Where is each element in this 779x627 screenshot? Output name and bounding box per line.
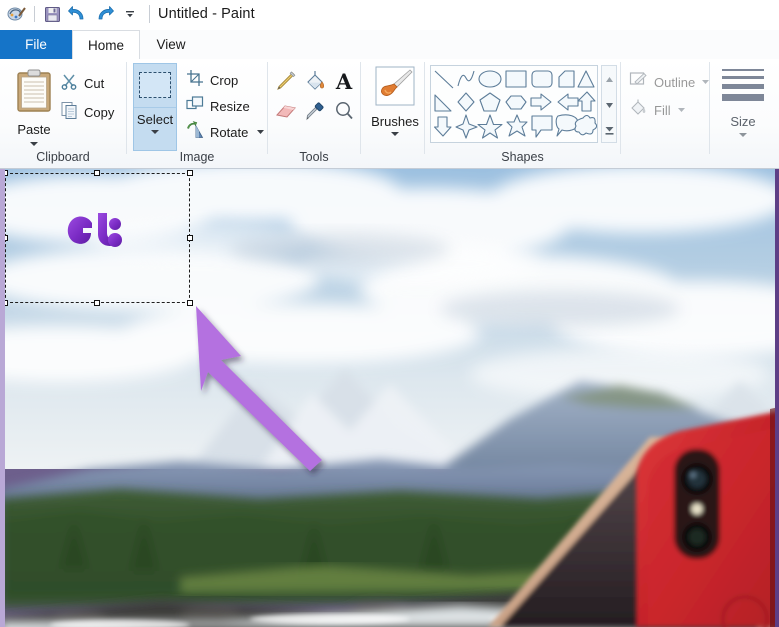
expand-gallery-icon[interactable] <box>602 118 616 144</box>
customize-quick-access-icon[interactable] <box>117 2 143 26</box>
fill-with-color-icon <box>307 71 325 90</box>
magnifier-icon <box>336 102 353 120</box>
chevron-down-icon[interactable] <box>256 123 265 141</box>
chevron-down-icon[interactable] <box>739 133 747 137</box>
resize-button[interactable]: Resize <box>186 93 250 119</box>
fill-button[interactable]: Fill <box>629 97 686 123</box>
outline-icon <box>629 70 648 94</box>
brushes-label: Brushes <box>371 114 419 129</box>
text-icon: A <box>335 69 353 94</box>
resize-label: Resize <box>210 98 250 114</box>
ribbon-tabs: File Home View <box>0 30 779 59</box>
undo-icon[interactable] <box>65 2 91 26</box>
chevron-down-icon[interactable] <box>391 132 399 136</box>
group-separator <box>620 62 621 154</box>
resize-icon <box>186 95 204 118</box>
group-separator <box>424 62 425 154</box>
select-button[interactable]: Select <box>133 63 177 151</box>
brushes-button[interactable]: Brushes <box>370 65 420 136</box>
tab-home[interactable]: Home <box>72 30 140 59</box>
selection-handle-ne[interactable] <box>187 170 193 176</box>
canvas-left-edge <box>0 169 5 627</box>
group-label-clipboard: Clipboard <box>36 150 90 164</box>
copy-button[interactable]: Copy <box>60 99 114 125</box>
button-divider <box>134 107 176 108</box>
canvas-right-edge <box>775 169 779 627</box>
copy-icon <box>60 101 78 124</box>
tool-pencil[interactable] <box>274 69 298 98</box>
paint-icon[interactable] <box>4 2 30 26</box>
group-label-shapes: Shapes <box>501 150 544 164</box>
clipboard-icon <box>16 69 52 118</box>
rotate-label: Rotate <box>210 124 249 140</box>
selection-handle-se[interactable] <box>187 300 193 306</box>
color-picker-icon <box>306 102 324 121</box>
selection-handle-e[interactable] <box>187 235 193 241</box>
title-separator <box>149 5 150 23</box>
tool-eraser[interactable] <box>274 99 298 128</box>
canvas-area[interactable] <box>0 169 779 627</box>
paste-button[interactable]: Paste <box>6 63 62 153</box>
ribbon-group-labels: Clipboard Image Tools Shapes <box>0 150 779 168</box>
save-icon[interactable] <box>39 2 65 26</box>
crop-icon <box>186 69 204 92</box>
chevron-down-icon[interactable] <box>30 142 38 146</box>
pencil-icon <box>277 71 296 90</box>
scroll-up-icon[interactable] <box>602 66 616 92</box>
fill-label: Fill <box>654 102 671 118</box>
rotate-icon <box>186 120 204 144</box>
select-label: Select <box>136 112 174 127</box>
chevron-down-icon[interactable] <box>701 73 710 91</box>
selection-handle-n[interactable] <box>94 170 100 176</box>
redo-icon[interactable] <box>91 2 117 26</box>
shapes-gallery[interactable] <box>430 65 598 143</box>
selection-handle-s[interactable] <box>94 300 100 306</box>
scroll-down-icon[interactable] <box>602 92 616 118</box>
shapes-scrollbar[interactable] <box>601 65 617 143</box>
crop-button[interactable]: Crop <box>186 67 238 93</box>
tab-view[interactable]: View <box>140 30 202 59</box>
group-label-tools: Tools <box>299 150 329 164</box>
shapes-grid <box>433 70 598 139</box>
selection-rectangle-icon <box>139 72 171 98</box>
cut-button[interactable]: Cut <box>60 70 104 96</box>
copy-label: Copy <box>84 104 115 120</box>
gt-logo <box>67 213 122 247</box>
window-title: Untitled - Paint <box>158 6 255 22</box>
scissors-icon <box>60 72 78 95</box>
chevron-down-icon[interactable] <box>677 101 686 119</box>
quick-access-toolbar <box>0 0 158 28</box>
tool-color-picker[interactable] <box>303 99 327 128</box>
group-separator <box>360 62 361 154</box>
rotate-button[interactable]: Rotate <box>186 119 265 145</box>
paintbrush-icon <box>374 65 416 112</box>
chevron-down-icon[interactable] <box>151 130 159 134</box>
toolbar-separator <box>34 6 35 22</box>
paste-label: Paste <box>17 122 51 137</box>
title-bar: Untitled - Paint <box>0 0 779 28</box>
tab-file[interactable]: File <box>0 30 72 59</box>
outline-label: Outline <box>654 74 696 90</box>
fill-icon <box>629 98 648 122</box>
tool-fill-with-color[interactable] <box>303 69 327 98</box>
crop-label: Crop <box>210 72 239 88</box>
svg-text:A: A <box>335 69 353 93</box>
size-button[interactable]: Size <box>716 65 770 137</box>
size-lines-icon <box>720 65 766 110</box>
tool-text[interactable]: A <box>332 69 356 98</box>
paint-window: Untitled - Paint File Home View Paste Cu… <box>0 0 779 627</box>
group-label-image: Image <box>179 150 215 164</box>
tool-magnifier[interactable] <box>332 99 356 128</box>
group-separator <box>267 62 268 154</box>
eraser-icon <box>276 105 296 118</box>
group-separator <box>126 62 127 154</box>
outline-button[interactable]: Outline <box>629 69 710 95</box>
size-label: Size <box>730 114 756 129</box>
tabstrip-filler <box>202 30 779 59</box>
cut-label: Cut <box>84 75 105 91</box>
